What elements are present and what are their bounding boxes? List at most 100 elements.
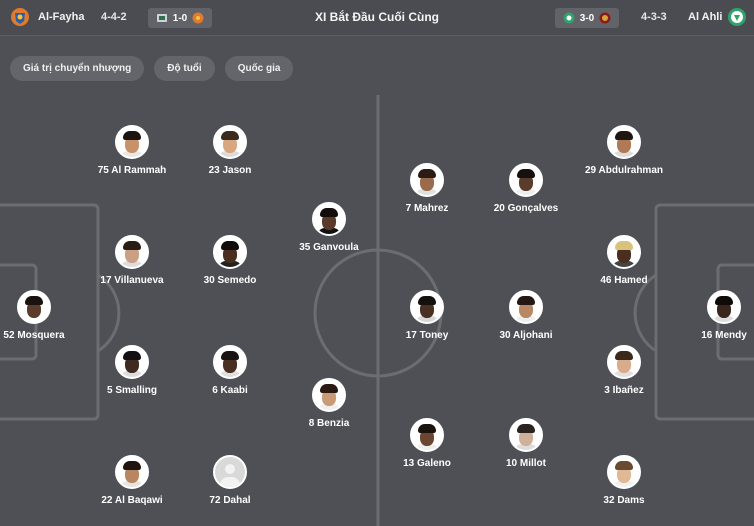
player-number: 17 — [405, 330, 417, 341]
home-player-semedo[interactable]: 30 Semedo — [170, 235, 290, 286]
player-number: 32 — [603, 495, 615, 506]
player-name: Abdulrahman — [598, 165, 663, 176]
away-player-dams[interactable]: 32 Dams — [564, 455, 684, 506]
player-name: Mendy — [715, 330, 747, 341]
pitch: 75 Al Rammah 23 Jason 35 Ganvoula 17 Villan… — [0, 95, 754, 526]
player-photo-avatar — [410, 418, 444, 452]
player-name: Ganvoula — [313, 242, 359, 253]
player-label: 30 Aljohani — [466, 330, 586, 341]
player-photo-avatar — [115, 125, 149, 159]
player-photo-avatar — [607, 125, 641, 159]
player-number: 72 — [209, 495, 221, 506]
al-ahli-mini-logo-icon — [563, 12, 575, 24]
player-photo-avatar — [115, 345, 149, 379]
player-number: 46 — [600, 275, 612, 286]
player-name: Benzia — [317, 418, 350, 429]
player-photo-avatar — [213, 235, 247, 269]
player-name: Gonçalves — [507, 203, 559, 214]
player-number: 22 — [101, 495, 113, 506]
player-number: 17 — [100, 275, 112, 286]
home-player-mosquera[interactable]: 52 Mosquera — [0, 290, 94, 341]
player-label: 52 Mosquera — [0, 330, 94, 341]
player-number: 52 — [3, 330, 15, 341]
away-team-name: Al Ahli — [688, 11, 723, 23]
player-label: 20 Gonçalves — [466, 203, 586, 214]
player-label: 46 Hamed — [564, 275, 684, 286]
player-name: Jason — [222, 165, 252, 176]
away-player-hamed[interactable]: 46 Hamed — [564, 235, 684, 286]
player-photo-avatar — [509, 418, 543, 452]
player-photo-avatar — [17, 290, 51, 324]
player-number: 10 — [505, 458, 518, 469]
player-name: Kaabi — [220, 385, 248, 396]
player-photo-avatar — [410, 290, 444, 324]
player-photo-avatar — [509, 290, 543, 324]
player-name: Hamed — [614, 275, 648, 286]
player-photo-avatar — [312, 202, 346, 236]
away-last-match[interactable]: 3-0 — [555, 8, 619, 28]
player-photo-avatar — [213, 125, 247, 159]
player-number: 35 — [299, 242, 311, 253]
player-name: Smalling — [115, 385, 158, 396]
player-number: 8 — [308, 418, 315, 429]
player-number: 29 — [585, 165, 597, 176]
filter-age-button[interactable]: Độ tuổi — [154, 56, 215, 81]
player-number: 23 — [208, 165, 220, 176]
player-name: Ibañez — [612, 385, 644, 396]
home-player-dahal[interactable]: 72 Dahal — [170, 455, 290, 506]
player-name: Aljohani — [513, 330, 553, 341]
player-photo-avatar — [607, 235, 641, 269]
away-player-mendy[interactable]: 16 Mendy — [664, 290, 754, 341]
player-photo-avatar — [607, 345, 641, 379]
filter-nationality-button[interactable]: Quốc gia — [224, 56, 294, 81]
player-label: 23 Jason — [170, 165, 290, 176]
player-name: Galeno — [417, 458, 451, 469]
player-photo-avatar — [607, 455, 641, 489]
player-name: Millot — [519, 458, 546, 469]
player-label: 16 Mendy — [664, 330, 754, 341]
player-name: Dahal — [223, 495, 251, 506]
player-number: 5 — [106, 385, 113, 396]
player-photo-avatar — [410, 163, 444, 197]
player-number: 6 — [212, 385, 218, 396]
player-label: 29 Abdulrahman — [564, 165, 684, 176]
player-number: 16 — [701, 330, 713, 341]
player-number: 3 — [604, 385, 610, 396]
player-name: Mahrez — [413, 203, 449, 214]
player-name: Toney — [419, 330, 449, 341]
filter-bar: Giá trị chuyển nhượng Độ tuổi Quốc gia — [10, 56, 294, 81]
player-photo-avatar — [213, 455, 247, 489]
home-player-jason[interactable]: 23 Jason — [170, 125, 290, 176]
player-name: Mosquera — [17, 330, 65, 341]
opponent-logo-icon — [599, 12, 611, 24]
player-number: 7 — [405, 203, 412, 214]
away-player-aljohani[interactable]: 30 Aljohani — [466, 290, 586, 341]
filter-market-value-button[interactable]: Giá trị chuyển nhượng — [10, 56, 145, 81]
player-label: 3 Ibañez — [564, 385, 684, 396]
player-photo-avatar — [312, 378, 346, 412]
player-photo-avatar — [115, 235, 149, 269]
player-photo-avatar — [213, 345, 247, 379]
lineup-header: Al-Fayha 4-4-2 1-0 XI Bắt Đầu Cuối Cùng … — [0, 0, 754, 36]
player-number: 30 — [499, 330, 511, 341]
player-photo-avatar — [509, 163, 543, 197]
player-photo-avatar — [707, 290, 741, 324]
player-number: 20 — [493, 203, 505, 214]
player-label: 32 Dams — [564, 495, 684, 506]
player-number: 13 — [403, 458, 415, 469]
player-name: Villanueva — [114, 275, 164, 286]
away-formation: 4-3-3 — [641, 11, 667, 23]
player-label: 30 Semedo — [170, 275, 290, 286]
player-name: Semedo — [217, 275, 257, 286]
away-player-ibanez[interactable]: 3 Ibañez — [564, 345, 684, 396]
player-label: 72 Dahal — [170, 495, 290, 506]
player-photo-avatar — [115, 455, 149, 489]
player-name: Dams — [617, 495, 645, 506]
player-name: Al Baqawi — [114, 495, 163, 506]
player-number: 30 — [203, 275, 215, 286]
away-player-abdulrahman[interactable]: 29 Abdulrahman — [564, 125, 684, 176]
al-ahli-logo-icon — [728, 8, 746, 26]
player-name: Al Rammah — [111, 165, 167, 176]
away-last-score: 3-0 — [579, 12, 595, 24]
player-number: 75 — [97, 165, 109, 176]
